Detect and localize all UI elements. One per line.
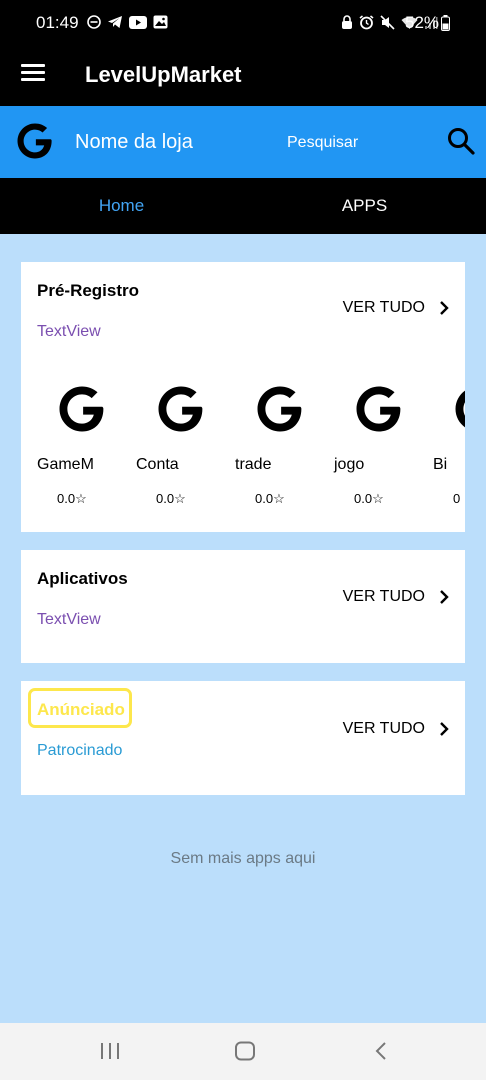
app-title: LevelUpMarket bbox=[85, 62, 242, 87]
search-icon[interactable] bbox=[446, 126, 476, 156]
app-rating: 0.0☆ bbox=[354, 491, 384, 506]
store-name: Nome da loja bbox=[75, 131, 193, 153]
chevron-right-icon bbox=[440, 301, 449, 315]
pre-registro-card: Pré-Registro TextView VER TUDO GameM 0.0… bbox=[21, 262, 465, 532]
app-name: trade bbox=[235, 456, 272, 473]
see-all-label: VER TUDO bbox=[342, 720, 425, 737]
status-time: 01:49 bbox=[36, 13, 79, 32]
app-rating: 0.0☆ bbox=[255, 491, 285, 506]
see-all-label: VER TUDO bbox=[342, 299, 425, 316]
tab-apps[interactable]: APPS bbox=[243, 178, 486, 234]
store-bar: Nome da loja Pesquisar bbox=[0, 106, 486, 178]
g-logo-icon bbox=[59, 386, 104, 432]
app-name: Bi bbox=[433, 456, 448, 473]
system-nav-bar bbox=[0, 1023, 486, 1080]
g-logo-icon bbox=[257, 386, 302, 432]
g-logo-icon bbox=[455, 390, 465, 428]
alarm-icon bbox=[359, 15, 374, 30]
pre-registro-apps-row: GameM 0.0☆ Conta 0.0☆ trade 0.0☆ jogo 0.… bbox=[21, 382, 465, 512]
anunciado-see-all-button[interactable]: VER TUDO bbox=[343, 720, 449, 738]
app-rating: 0 bbox=[453, 491, 461, 506]
see-all-label: VER TUDO bbox=[342, 588, 425, 605]
app-name: jogo bbox=[334, 456, 365, 473]
status-bar: 01:49 52% bbox=[0, 0, 486, 46]
tab-home[interactable]: Home bbox=[0, 178, 243, 234]
tab-bar: Home APPS bbox=[0, 178, 486, 234]
app-name: Conta bbox=[136, 456, 179, 473]
chevron-right-icon bbox=[440, 590, 449, 604]
lock-icon bbox=[342, 15, 352, 29]
battery-icon bbox=[441, 15, 450, 31]
youtube-icon bbox=[129, 15, 147, 29]
g-logo-icon bbox=[158, 386, 203, 432]
hamburger-menu-icon[interactable] bbox=[21, 64, 45, 86]
back-icon[interactable] bbox=[372, 1041, 390, 1061]
aplicativos-see-all-button[interactable]: VER TUDO bbox=[343, 588, 449, 606]
telegram-icon bbox=[108, 16, 122, 28]
pre-registro-subtitle: TextView bbox=[37, 323, 101, 340]
pre-registro-title: Pré-Registro bbox=[37, 281, 140, 300]
anunciado-subtitle: Patrocinado bbox=[37, 742, 123, 759]
app-bar: LevelUpMarket bbox=[0, 46, 486, 106]
minus-circle-icon bbox=[87, 15, 101, 29]
status-left-icons bbox=[87, 15, 168, 29]
aplicativos-title: Aplicativos bbox=[37, 569, 128, 588]
recent-apps-icon[interactable] bbox=[99, 1041, 121, 1061]
image-icon bbox=[153, 15, 168, 29]
app-rating: 0.0☆ bbox=[156, 491, 186, 506]
anunciado-title: Anúnciado bbox=[37, 700, 125, 719]
anunciado-card: Anúnciado Patrocinado VER TUDO bbox=[21, 681, 465, 795]
battery-percentage: 52% bbox=[405, 13, 440, 32]
g-logo-icon bbox=[17, 123, 52, 159]
no-more-apps-message: Sem mais apps aqui bbox=[170, 850, 316, 867]
home-icon[interactable] bbox=[234, 1041, 256, 1061]
g-logo-icon bbox=[356, 386, 401, 432]
aplicativos-subtitle: TextView bbox=[37, 611, 101, 628]
aplicativos-card: Aplicativos TextView VER TUDO bbox=[21, 550, 465, 663]
app-name: GameM bbox=[37, 456, 94, 473]
mute-icon bbox=[380, 15, 395, 30]
app-rating: 0.0☆ bbox=[57, 491, 87, 506]
chevron-right-icon bbox=[440, 722, 449, 736]
search-label[interactable]: Pesquisar bbox=[287, 134, 358, 152]
pre-registro-see-all-button[interactable]: VER TUDO bbox=[343, 299, 449, 317]
